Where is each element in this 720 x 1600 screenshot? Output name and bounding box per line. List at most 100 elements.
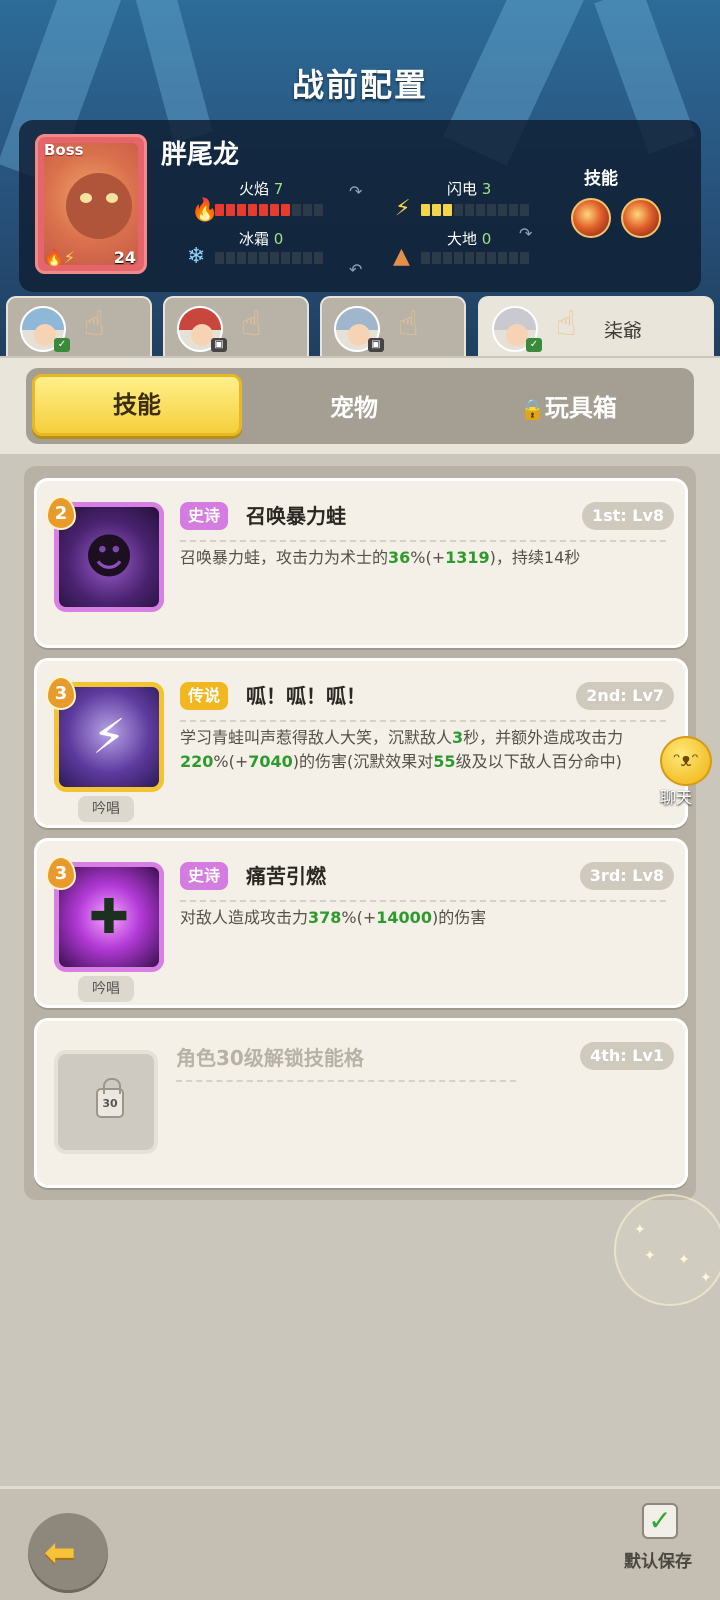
tap-hand-icon: ☝ (241, 304, 262, 344)
bar-segment (520, 204, 529, 216)
controller-badge-icon: ▣ (211, 338, 227, 352)
rarity-badge: 史诗 (180, 502, 229, 530)
fire-label: 火焰 7 (239, 180, 284, 198)
skill-level-badge: 3 (46, 676, 76, 710)
skill-card[interactable]: ⚡ 3 吟唱 传说 呱！呱！呱！ 2nd: Lv7 学习青蛙叫声惹得敌人大笑，沉… (34, 658, 688, 828)
chat-label: 聊天 (660, 788, 693, 807)
bar-segment (454, 204, 463, 216)
controller-badge-icon: ▣ (368, 338, 384, 352)
frost-icon: ❄ (187, 244, 206, 269)
chat-icon: ᵔᴥᵔ (660, 736, 712, 786)
bar-segment (303, 252, 312, 264)
skill-name: 呱！呱！呱！ (246, 684, 366, 708)
chat-button[interactable]: ᵔᴥᵔ 聊天 (648, 736, 720, 807)
hero-name: 柒爺 (604, 320, 643, 342)
bar-segment (487, 204, 496, 216)
bar-segment (476, 204, 485, 216)
divider (176, 1080, 516, 1082)
slot-tag: 1st: Lv8 (581, 502, 674, 530)
default-save-label: 默认保存 (624, 1552, 692, 1572)
lock-icon: 🔒 (520, 397, 545, 421)
bar-segment (443, 204, 452, 216)
swap-arrow-icon: ↶ (349, 260, 363, 279)
fire-bar (215, 204, 323, 216)
bar-segment (443, 252, 452, 264)
tab-pets[interactable]: 宠物 (330, 388, 378, 423)
divider (180, 720, 666, 722)
locked-skill-icon: 30 (54, 1050, 158, 1154)
divider (180, 900, 666, 902)
ready-badge-icon: ✓ (54, 338, 70, 352)
skill-name: 召唤暴力蛙 (246, 504, 346, 528)
bar-segment (248, 252, 257, 264)
skill-level-badge: 3 (46, 856, 76, 890)
bar-segment (226, 252, 235, 264)
skill-name: 痛苦引燃 (246, 864, 326, 888)
bar-segment (432, 252, 441, 264)
lightning-icon: ⚡ (395, 196, 411, 221)
hero-tab-4[interactable]: ✓ ☝ 柒爺 (478, 296, 714, 358)
bar-segment (237, 252, 246, 264)
bar-segment (314, 204, 323, 216)
bar-segment (292, 252, 301, 264)
lightning-label: 闪电 3 (447, 180, 492, 198)
back-arrow-icon: ⬅ (44, 1530, 76, 1574)
bar-segment (259, 252, 268, 264)
hero-tab-2[interactable]: ▣ ☝ (163, 296, 309, 358)
rarity-badge: 史诗 (180, 862, 229, 890)
sparkle-effect: ✦ ✦ ✦ ✦ (614, 1194, 720, 1306)
tab-skills[interactable]: 技能 (32, 374, 242, 436)
rarity-badge: 传说 (180, 682, 229, 710)
bar-segment (421, 252, 430, 264)
hero-tab-1[interactable]: ✓ ☝ (6, 296, 152, 358)
earth-bar (421, 252, 529, 264)
bar-segment (281, 252, 290, 264)
tap-hand-icon: ☝ (398, 304, 419, 344)
bar-segment (259, 204, 268, 216)
padlock-icon: 30 (96, 1078, 124, 1118)
page-title: 战前配置 (291, 66, 428, 104)
boss-name: 胖尾龙 (161, 140, 240, 170)
swap-arrow-icon: ↷ (349, 182, 363, 201)
unlock-hint: 角色30级解锁技能格 (176, 1046, 364, 1070)
bar-segment (509, 252, 518, 264)
bottom-bar: ⬅ ✓ 默认保存 (0, 1486, 720, 1600)
bar-segment (248, 204, 257, 216)
ready-badge-icon: ✓ (526, 338, 542, 352)
boss-portrait (66, 173, 132, 239)
bar-segment (215, 252, 224, 264)
fire-ring-icon[interactable] (621, 198, 661, 238)
slot-tag: 2nd: Lv7 (576, 682, 674, 710)
boss-tag: Boss (44, 141, 84, 159)
boss-portrait-card[interactable]: Boss 24 🔥⚡ (35, 134, 147, 274)
bar-segment (421, 204, 430, 216)
earth-label: 大地 0 (447, 230, 492, 248)
bar-segment (314, 252, 323, 264)
boss-element-icon: 🔥⚡ (44, 248, 76, 267)
hero-tab-3[interactable]: ▣ ☝ (320, 296, 466, 358)
bar-segment (498, 252, 507, 264)
bar-segment (226, 204, 235, 216)
lightning-bar (421, 204, 529, 216)
bar-segment (270, 252, 279, 264)
earth-icon: ▲ (393, 244, 410, 269)
chant-tag: 吟唱 (78, 976, 134, 1002)
skill-description: 对敌人造成攻击力378%(+14000)的伤害 (180, 908, 487, 927)
skill-card[interactable]: ✚ 3 吟唱 史诗 痛苦引燃 3rd: Lv8 对敌人造成攻击力378%(+14… (34, 838, 688, 1008)
boss-skills-label: 技能 (584, 169, 618, 189)
locked-skill-slot[interactable]: 30 角色30级解锁技能格 4th: Lv1 (34, 1018, 688, 1188)
bar-segment (476, 252, 485, 264)
bar-segment (465, 204, 474, 216)
bar-segment (237, 204, 246, 216)
skill-level-badge: 2 (46, 496, 76, 530)
bar-segment (303, 204, 312, 216)
back-button[interactable]: ⬅ (28, 1513, 108, 1593)
frost-bar (215, 252, 323, 264)
skill-card[interactable]: ☻ 2 史诗 召唤暴力蛙 1st: Lv8 召唤暴力蛙，攻击力为术士的36%(+… (34, 478, 688, 648)
bar-segment (520, 252, 529, 264)
tab-toybox[interactable]: 🔒玩具箱 (520, 388, 617, 423)
fire-orb-icon[interactable] (571, 198, 611, 238)
checkbox-icon[interactable]: ✓ (642, 1503, 678, 1539)
bar-segment (432, 204, 441, 216)
bar-segment (281, 204, 290, 216)
